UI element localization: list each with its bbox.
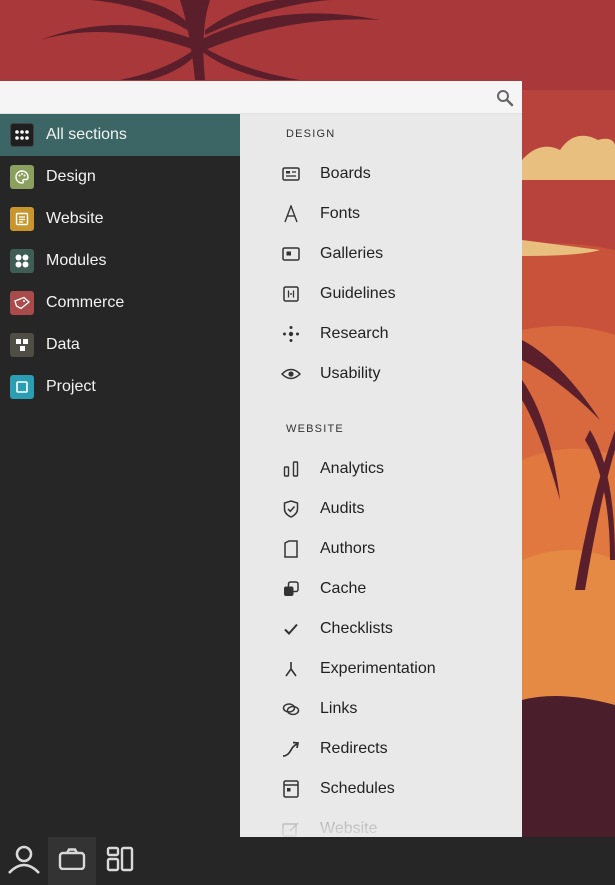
sidebar: All sections Design Website Modules Comm… <box>0 114 240 837</box>
menu-item-label: Fonts <box>320 205 361 222</box>
document-icon <box>10 207 34 231</box>
menu-item-galleries[interactable]: Galleries <box>280 234 520 274</box>
gallery-icon <box>280 243 302 265</box>
analytics-icon <box>280 458 302 480</box>
briefcase-button[interactable] <box>48 837 96 885</box>
sections-panel: All sections Design Website Modules Comm… <box>0 81 522 837</box>
menu-item-usability[interactable]: Usability <box>280 354 520 394</box>
grid-icon <box>10 123 34 147</box>
briefcase-icon <box>58 847 86 875</box>
edit-icon <box>280 818 302 837</box>
menu-item-label: Guidelines <box>320 285 396 302</box>
check-icon <box>280 618 302 640</box>
sidebar-item-modules[interactable]: Modules <box>0 240 240 282</box>
sidebar-item-label: Commerce <box>46 294 125 311</box>
board-icon <box>280 163 302 185</box>
menu-item-research[interactable]: Research <box>280 314 520 354</box>
research-icon <box>280 323 302 345</box>
palette-icon <box>10 165 34 189</box>
menu-item-boards[interactable]: Boards <box>280 154 520 194</box>
menu-item-label: Schedules <box>320 780 395 797</box>
menu-item-redirects[interactable]: Redirects <box>280 729 520 769</box>
menu-item-label: Redirects <box>320 740 388 757</box>
menu-item-authors[interactable]: Authors <box>280 529 520 569</box>
layout-button[interactable] <box>96 837 144 885</box>
menu-item-label: Website <box>320 820 378 837</box>
search-icon[interactable] <box>496 89 514 107</box>
sidebar-item-data[interactable]: Data <box>0 324 240 366</box>
menu-item-checklists[interactable]: Checklists <box>280 609 520 649</box>
section-title-design: DESIGN <box>286 128 336 140</box>
menu-item-cache[interactable]: Cache <box>280 569 520 609</box>
modules-icon <box>10 249 34 273</box>
sidebar-item-label: Website <box>46 210 104 227</box>
redirect-icon <box>280 738 302 760</box>
fork-icon <box>280 658 302 680</box>
sidebar-item-website[interactable]: Website <box>0 198 240 240</box>
cache-icon <box>280 578 302 600</box>
menu-item-audits[interactable]: Audits <box>280 489 520 529</box>
tag-icon <box>10 291 34 315</box>
search-bar <box>0 81 522 114</box>
section-content: DESIGN Boards Fonts Galleries Guidelines… <box>240 114 522 837</box>
sidebar-item-project[interactable]: Project <box>0 366 240 408</box>
search-input[interactable] <box>0 81 485 114</box>
schedule-icon <box>280 778 302 800</box>
menu-item-label: Research <box>320 325 389 342</box>
shield-check-icon <box>280 498 302 520</box>
menu-item-label: Audits <box>320 500 365 517</box>
sidebar-item-label: Project <box>46 378 96 395</box>
menu-item-label: Cache <box>320 580 367 597</box>
menu-item-experimentation[interactable]: Experimentation <box>280 649 520 689</box>
menu-item-label: Analytics <box>320 460 385 477</box>
font-icon <box>280 203 302 225</box>
sidebar-item-label: Data <box>46 336 80 353</box>
user-button[interactable] <box>0 837 48 885</box>
menu-item-label: Galleries <box>320 245 384 262</box>
layout-icon <box>106 846 134 877</box>
sidebar-item-label: All sections <box>46 126 127 143</box>
menu-item-links[interactable]: Links <box>280 689 520 729</box>
menu-item-schedules[interactable]: Schedules <box>280 769 520 809</box>
sidebar-item-all-sections[interactable]: All sections <box>0 114 240 156</box>
sidebar-item-design[interactable]: Design <box>0 156 240 198</box>
link-icon <box>280 698 302 720</box>
menu-item-analytics[interactable]: Analytics <box>280 449 520 489</box>
menu-item-label: Checklists <box>320 620 393 637</box>
author-icon <box>280 538 302 560</box>
menu-item-label: Experimentation <box>320 660 436 677</box>
sidebar-item-commerce[interactable]: Commerce <box>0 282 240 324</box>
menu-item-label: Boards <box>320 165 371 182</box>
sidebar-item-label: Design <box>46 168 96 185</box>
guidelines-icon <box>280 283 302 305</box>
sidebar-item-label: Modules <box>46 252 107 269</box>
menu-item-label: Usability <box>320 365 381 382</box>
square-icon <box>10 375 34 399</box>
menu-item-label: Links <box>320 700 358 717</box>
section-title-website: WEBSITE <box>286 423 344 435</box>
user-icon <box>7 844 41 879</box>
eye-icon <box>280 363 302 385</box>
data-icon <box>10 333 34 357</box>
menu-item-guidelines[interactable]: Guidelines <box>280 274 520 314</box>
menu-item-fonts[interactable]: Fonts <box>280 194 520 234</box>
menu-item-website[interactable]: Website <box>280 809 520 837</box>
bottom-toolbar <box>0 837 615 885</box>
menu-item-label: Authors <box>320 540 376 557</box>
